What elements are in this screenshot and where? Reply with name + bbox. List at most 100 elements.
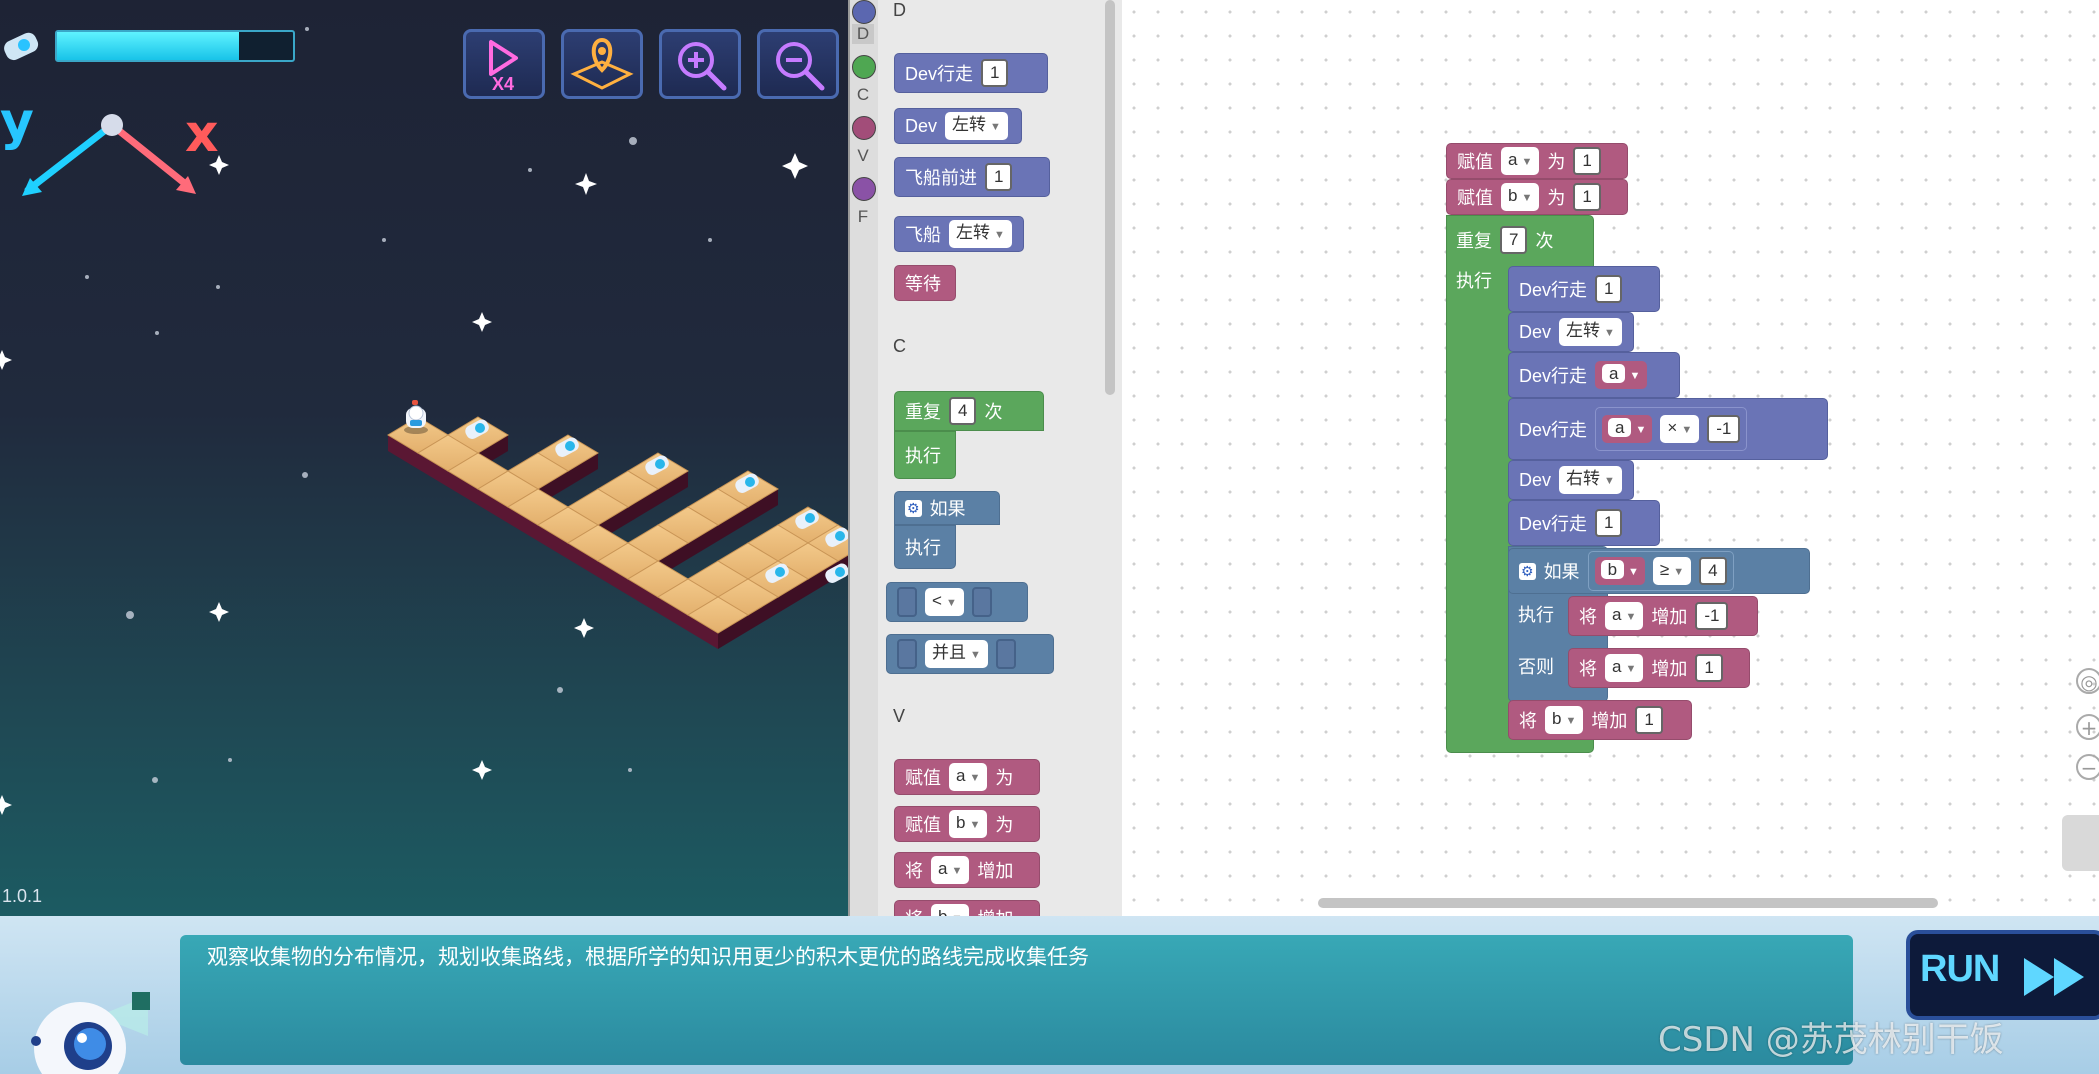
block-label: Dev <box>1519 469 1552 490</box>
category-c-dot[interactable] <box>852 55 876 79</box>
variable-dropdown[interactable]: b▼ <box>1545 706 1584 734</box>
section-c-title: C <box>893 336 906 356</box>
block-label: Dev <box>1519 321 1552 342</box>
change-a-neg-block[interactable]: 将 a ▼ 增加 -1 <box>1568 596 1758 636</box>
zoom-minus-icon[interactable]: − <box>2076 754 2099 780</box>
block-number-input[interactable]: 1 <box>1695 654 1723 682</box>
dev-walk-block[interactable]: Dev行走 1 <box>1508 266 1660 312</box>
category-c[interactable]: C <box>852 85 874 105</box>
change-a-pos-block[interactable]: 将 a ▼ 增加 1 <box>1568 648 1750 688</box>
variable-dropdown[interactable]: b <box>1600 560 1625 579</box>
dropdown-value: a <box>1612 657 1622 676</box>
block-label: 执行 <box>1456 271 1492 291</box>
block-number-input[interactable]: -1 <box>1707 415 1741 443</box>
operator-dropdown[interactable]: × ▼ <box>1660 415 1700 443</box>
block-label: Dev行走 <box>1519 514 1588 534</box>
category-v[interactable]: V <box>852 146 874 166</box>
block-label: 执行 <box>905 446 941 466</box>
operand-slot[interactable] <box>995 639 1016 669</box>
category-f[interactable]: F <box>852 207 874 227</box>
palette-ship-forward-block[interactable]: 飞船前进 1 <box>894 157 1050 197</box>
category-f-dot[interactable] <box>852 177 876 201</box>
block-number-input[interactable]: 1 <box>1573 147 1601 175</box>
turn-dropdown[interactable]: 左转 ▼ <box>1559 318 1622 346</box>
variable-block[interactable]: a ▼ <box>1595 361 1648 389</box>
block-number-input[interactable]: 1 <box>1573 183 1601 211</box>
dev-walk-multiply-block[interactable]: Dev行走 a ▼ × ▼ -1 <box>1508 398 1828 460</box>
dropdown-value: a <box>938 859 948 878</box>
turn-dropdown[interactable]: 左转 ▼ <box>945 112 1008 140</box>
block-label: 飞船 <box>905 225 941 245</box>
palette-if-block[interactable]: ⚙ 如果 <box>894 491 1000 525</box>
compare-block[interactable]: b ▼ ≥ ▼ 4 <box>1587 551 1734 591</box>
block-label: 执行 <box>905 538 941 558</box>
block-number-input[interactable]: 1 <box>1595 275 1623 303</box>
operand-slot[interactable] <box>971 587 992 617</box>
variable-dropdown[interactable]: b▼ <box>949 810 988 838</box>
recenter-icon[interactable]: ◎ <box>2076 668 2099 694</box>
variable-dropdown[interactable]: b▼ <box>1501 183 1540 211</box>
trash-icon[interactable] <box>2062 815 2099 871</box>
palette-compare-block[interactable]: < ▼ <box>886 582 1028 622</box>
palette-dev-turn-block[interactable]: Dev 左转 ▼ <box>894 108 1022 144</box>
variable-block[interactable]: b ▼ <box>1594 557 1645 585</box>
palette-scrollbar[interactable] <box>1105 0 1115 395</box>
dropdown-value: b <box>1508 186 1518 205</box>
gear-icon[interactable]: ⚙ <box>1519 562 1536 580</box>
block-label: 重复 <box>1456 231 1492 251</box>
palette-assign-a-block[interactable]: 赋值 a ▼ 为 <box>894 759 1040 795</box>
block-label: 增加 <box>1591 711 1628 731</box>
category-d-dot[interactable] <box>852 0 876 24</box>
zoom-plus-icon[interactable]: + <box>2076 714 2099 740</box>
run-label: RUN <box>1920 948 2000 990</box>
dev-turn-left-block[interactable]: Dev 左转 ▼ <box>1508 312 1634 352</box>
variable-dropdown[interactable]: a ▼ <box>1605 654 1644 682</box>
variable-dropdown[interactable]: a ▼ <box>949 763 988 791</box>
variable-dropdown[interactable]: a ▼ <box>1501 147 1540 175</box>
block-number-input[interactable]: 1 <box>1595 509 1623 537</box>
palette-repeat-block[interactable]: 重复 4 次 <box>894 391 1044 431</box>
dev-turn-right-block[interactable]: Dev 右转 ▼ <box>1508 460 1634 500</box>
gear-icon[interactable]: ⚙ <box>905 499 922 517</box>
block-label: 如果 <box>1543 562 1580 582</box>
astronaut-mascot-icon <box>31 992 150 1074</box>
block-number-input[interactable]: 4 <box>1699 557 1727 585</box>
change-b-block[interactable]: 将 b ▼ 增加 1 <box>1508 700 1692 740</box>
workspace-scrollbar[interactable] <box>1318 898 1938 908</box>
assign-a-block[interactable]: 赋值 a ▼ 为 1 <box>1446 143 1628 179</box>
palette-ship-turn-block[interactable]: 飞船 左转 ▼ <box>894 216 1024 252</box>
dev-walk-a-block[interactable]: Dev行走 a ▼ <box>1508 352 1680 398</box>
turn-dropdown[interactable]: 左转 ▼ <box>949 220 1012 248</box>
else-label: 否则 <box>1508 648 1568 684</box>
operand-slot[interactable] <box>897 587 917 617</box>
compare-dropdown[interactable]: ≥ ▼ <box>1652 557 1692 585</box>
palette-and-block[interactable]: 并且 ▼ <box>886 634 1054 674</box>
variable-block[interactable]: a ▼ <box>1602 415 1653 443</box>
palette-change-a-block[interactable]: 将 a ▼ 增加 <box>894 852 1040 888</box>
variable-dropdown[interactable]: a ▼ <box>1605 602 1644 630</box>
category-v-dot[interactable] <box>852 116 876 140</box>
assign-b-block[interactable]: 赋值 b ▼ 为 1 <box>1446 179 1628 215</box>
palette-wait-block[interactable]: 等待 <box>894 265 956 301</box>
variable-dropdown[interactable]: a ▼ <box>931 856 970 884</box>
turn-dropdown[interactable]: 右转 ▼ <box>1559 466 1622 494</box>
variable-dropdown[interactable]: a <box>1602 364 1626 383</box>
dev-walk-block-2[interactable]: Dev行走 1 <box>1508 500 1660 546</box>
compare-dropdown[interactable]: < ▼ <box>925 588 964 616</box>
category-d[interactable]: D <box>852 24 874 44</box>
block-number-input[interactable]: 1 <box>981 59 1009 87</box>
variable-dropdown[interactable]: a <box>1608 418 1632 437</box>
repeat-count-input[interactable]: 7 <box>1500 226 1528 254</box>
logic-dropdown[interactable]: 并且 ▼ <box>925 640 988 668</box>
multiply-block[interactable]: a ▼ × ▼ -1 <box>1595 407 1748 451</box>
palette-assign-b-block[interactable]: 赋值 b ▼ 为 <box>894 806 1040 842</box>
watermark: CSDN @苏茂林别干饭 <box>1658 1020 2004 1060</box>
palette-dev-walk-block[interactable]: Dev行走 1 <box>894 53 1048 93</box>
dropdown-value: a <box>956 766 966 785</box>
block-number-input[interactable]: 1 <box>1635 706 1663 734</box>
block-number-input[interactable]: -1 <box>1695 602 1729 630</box>
block-number-input[interactable]: 4 <box>949 397 977 425</box>
block-label: Dev行走 <box>1519 280 1588 300</box>
block-number-input[interactable]: 1 <box>985 163 1013 191</box>
operand-slot[interactable] <box>897 639 917 669</box>
